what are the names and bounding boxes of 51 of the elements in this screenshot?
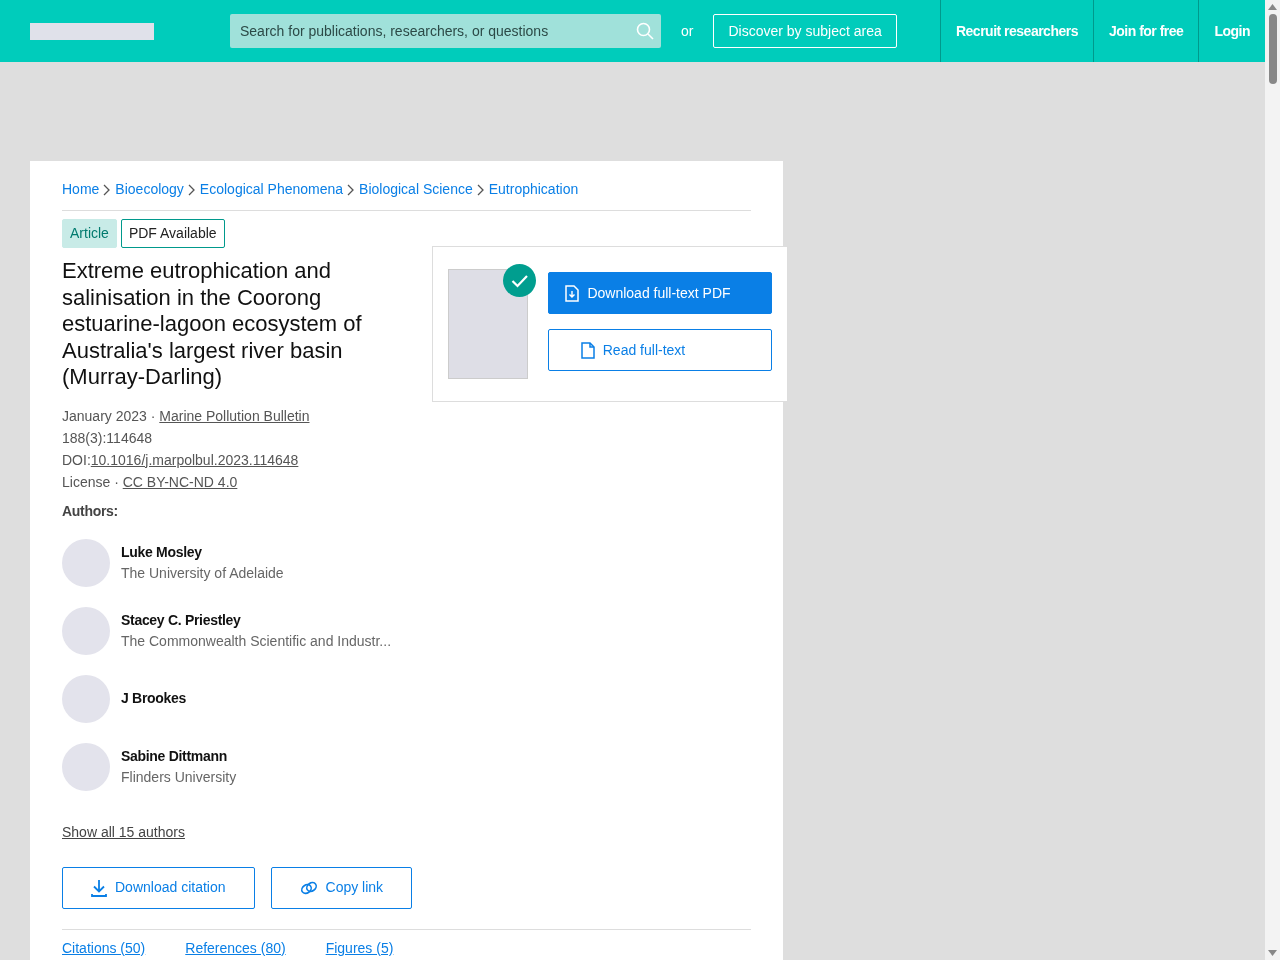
author-name[interactable]: Luke Mosley (121, 541, 284, 563)
avatar[interactable] (62, 538, 110, 587)
type-tag: PDF Available (120, 219, 225, 248)
show-all-authors-link[interactable]: Show all 15 authors (62, 821, 185, 843)
breadcrumb-link[interactable]: Home (62, 179, 100, 200)
pdf-file-icon (565, 284, 580, 302)
read-fulltext-button[interactable]: Read full-text (548, 329, 772, 371)
download-pdf-button[interactable]: Download full-text PDF (548, 272, 772, 314)
download-citation-button[interactable]: Download citation (62, 866, 255, 909)
chevron-icon (103, 183, 112, 196)
issue-text: 188(3):114648 (62, 428, 154, 448)
avatar[interactable] (62, 674, 110, 723)
authors-label: Authors: (62, 501, 119, 521)
publication-info: January 2023 · Marine Pollution Bulletin (62, 406, 310, 426)
author-name[interactable]: Stacey C. Priestley (121, 609, 392, 631)
avatar[interactable] (62, 742, 110, 791)
section-tab[interactable]: Figures (5) (325, 937, 394, 959)
section-tab[interactable]: Citations (50) (62, 937, 146, 959)
scrollbar[interactable] (1265, 0, 1280, 960)
logo[interactable] (30, 22, 154, 40)
or-label: or (681, 21, 694, 41)
author-affiliation: The Commonwealth Scientific and Industr... (121, 631, 392, 651)
license-text: License · CC BY-NC-ND 4.0 (62, 472, 239, 492)
license-link[interactable]: CC BY-NC-ND 4.0 (122, 473, 238, 490)
doi-link[interactable]: 10.1016/j.marpolbul.2023.114648 (90, 451, 299, 468)
search-field[interactable]: Search for publications, researchers, or questions (230, 14, 661, 48)
link-icon (299, 880, 318, 895)
breadcrumb-link[interactable]: Ecological Phenomena (199, 179, 344, 200)
avatar[interactable] (62, 606, 110, 655)
article-title: Extreme eutrophication and salinisation in the Coorong estuarine-lagoon ecosystem of Australia's largest river basin (Murray-Darling) (62, 258, 363, 391)
chevron-icon (476, 183, 485, 196)
chevron-icon (187, 183, 196, 196)
scroll-up-icon[interactable] (1268, 4, 1277, 10)
scroll-thumb[interactable] (1268, 14, 1277, 84)
doi-text: DOI:10.1016/j.marpolbul.2023.114648 (62, 450, 299, 470)
author-affiliation: The University of Adelaide (121, 563, 284, 583)
breadcrumb-link[interactable]: Bioecology (115, 179, 184, 200)
copy-link-button[interactable]: Copy link (270, 866, 413, 909)
breadcrumb-link[interactable]: Eutrophication (488, 179, 579, 200)
type-tag: Article (62, 219, 117, 248)
chevron-icon (347, 183, 356, 196)
journal-link[interactable]: Marine Pollution Bulletin (159, 407, 310, 424)
author-affiliation: Flinders University (121, 767, 237, 787)
file-icon (580, 341, 595, 359)
breadcrumb-link[interactable]: Biological Science (359, 179, 473, 200)
search-icon[interactable] (636, 22, 654, 40)
author-name[interactable]: J Brookes (121, 688, 186, 709)
author-name[interactable]: Sabine Dittmann (121, 745, 237, 767)
section-tab[interactable]: References (80) (185, 937, 286, 959)
scroll-down-icon[interactable] (1268, 950, 1277, 956)
download-icon (91, 878, 107, 897)
